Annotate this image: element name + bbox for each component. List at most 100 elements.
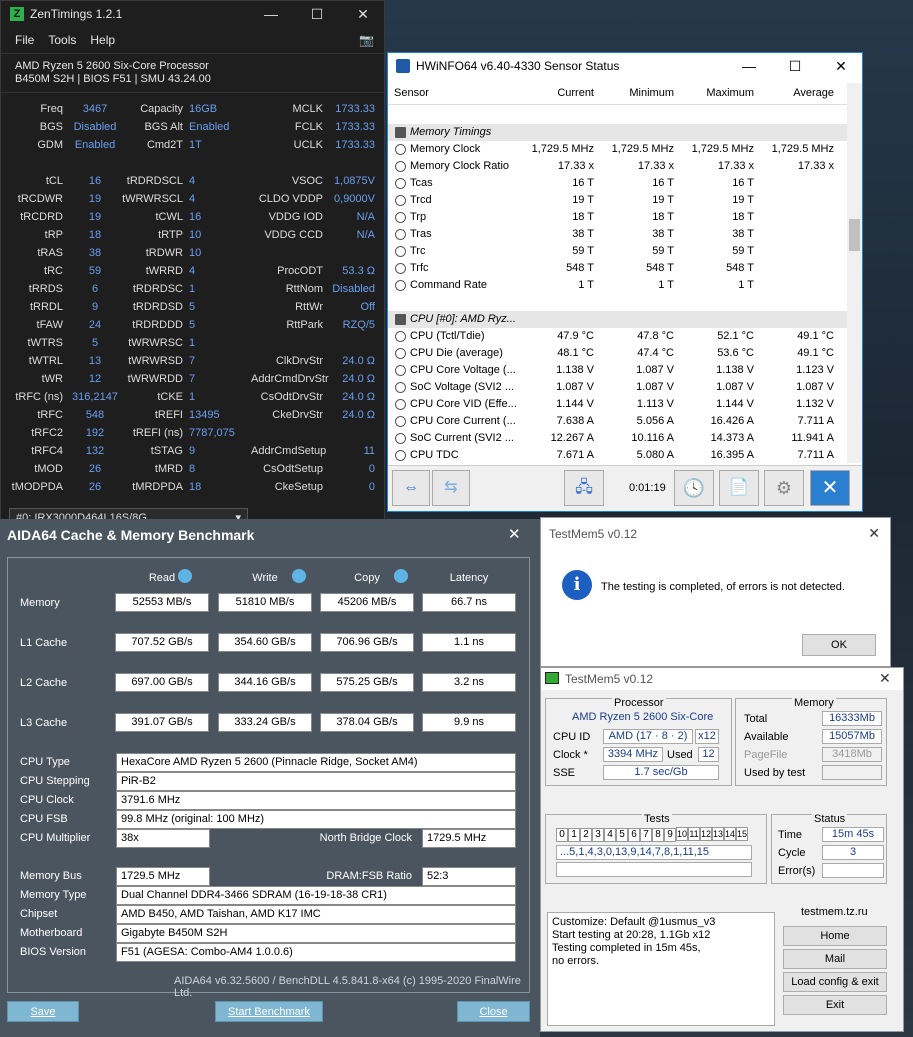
timing-label: tREFI (ns) — [132, 427, 183, 439]
timing-value: 53.3 Ω — [342, 265, 375, 277]
sensor-row[interactable]: CPU Core VID (Effe... 1.144 V 1.113 V 1.144… — [388, 396, 848, 413]
sensor-row[interactable]: Trcd 19 T 19 T 19 T — [388, 192, 848, 209]
close-icon[interactable]: ✕ — [879, 670, 891, 687]
vertical-scrollbar[interactable] — [847, 83, 862, 463]
load-config-exit-button[interactable]: Load config & exit — [783, 972, 887, 992]
info-value: HexaCore AMD Ryzen 5 2600 (Pinnacle Ridg… — [116, 753, 516, 772]
sensor-icon — [395, 263, 406, 274]
mail-button[interactable]: Mail — [783, 949, 887, 969]
gear-icon[interactable]: ⚙ — [764, 470, 804, 506]
bench-value: 51810 MB/s — [218, 593, 312, 612]
timing-value: 11 — [363, 445, 375, 457]
sensor-section[interactable]: CPU [#0]: AMD Ryz... — [388, 311, 848, 328]
timing-label: ClkDrvStr — [275, 355, 323, 367]
col-sensor[interactable]: Sensor — [394, 87, 429, 99]
chip-icon — [395, 127, 406, 138]
sensor-icon — [395, 348, 406, 359]
timing-label: GDM — [37, 139, 63, 151]
timing-value: 0 — [368, 481, 375, 493]
save-button[interactable]: Save — [7, 1001, 79, 1022]
camera-icon[interactable]: 📷 — [359, 33, 374, 47]
sensor-icon — [395, 195, 406, 206]
close-x-icon[interactable]: ✕ — [810, 470, 850, 506]
col-current[interactable]: Current — [518, 87, 594, 99]
timing-value: 19 — [88, 193, 102, 205]
cpuid-threads: x12 — [695, 729, 719, 744]
maximize-icon[interactable]: ☐ — [294, 1, 340, 27]
close-icon[interactable]: ✕ — [340, 1, 386, 27]
timing-label: tRDRDSCL — [126, 175, 183, 187]
collapse-arrows-icon[interactable]: ⇆ — [432, 470, 470, 506]
timing-label: tREFI — [154, 409, 183, 421]
sensor-row[interactable]: SoC Current (SVI2 ... 12.267 A 10.116 A 14.… — [388, 430, 848, 447]
testmem-title: TestMem5 v0.12 — [565, 672, 654, 686]
refresh-icon[interactable] — [292, 569, 306, 583]
sensor-value: 1.144 V — [556, 398, 594, 410]
info-value: F51 (AGESA: Combo-AM4 1.0.0.6) — [116, 943, 516, 962]
refresh-icon[interactable] — [394, 569, 408, 583]
timing-label: tRAS — [37, 247, 63, 259]
refresh-icon[interactable] — [178, 569, 192, 583]
sensor-row[interactable]: Command Rate 1 T 1 T 1 T — [388, 277, 848, 294]
timing-label: VSOC — [291, 175, 323, 187]
start-benchmark-button[interactable]: Start Benchmark — [215, 1001, 323, 1022]
minimize-icon[interactable]: — — [726, 53, 772, 79]
minimize-icon[interactable]: — — [248, 1, 294, 27]
pagefile-label: PageFile — [744, 749, 788, 761]
timing-value: 12 — [88, 373, 102, 385]
sensor-row[interactable]: CPU TDC 7.671 A 5.080 A 16.395 A 7.711 A — [388, 447, 848, 464]
bench-value: 697.00 GB/s — [115, 673, 209, 692]
col-minimum[interactable]: Minimum — [598, 87, 674, 99]
sensor-row[interactable]: Trp 18 T 18 T 18 T — [388, 209, 848, 226]
close-icon[interactable]: ✕ — [868, 525, 880, 542]
sensor-value: 16 T — [572, 177, 594, 189]
ok-button[interactable]: OK — [802, 634, 876, 656]
sensor-row[interactable]: Tcas 16 T 16 T 16 T — [388, 175, 848, 192]
menu-file[interactable]: File — [15, 33, 34, 47]
site-label: testmem.tz.ru — [801, 906, 868, 918]
sensor-section[interactable]: Memory Timings — [388, 124, 848, 141]
timing-label: tWRWRDD — [127, 373, 183, 385]
timing-label: tMRDPDA — [132, 481, 183, 493]
timing-value: 1T — [189, 139, 202, 151]
sensor-row[interactable]: Memory Clock Ratio 17.33 x 17.33 x 17.33 x 1… — [388, 158, 848, 175]
home-button[interactable]: Home — [783, 926, 887, 946]
sensor-row[interactable]: Tras 38 T 38 T 38 T — [388, 226, 848, 243]
info-label: Chipset — [20, 908, 58, 920]
sensor-row[interactable]: Memory Clock 1,729.5 MHz 1,729.5 MHz 1,729.… — [388, 141, 848, 158]
sensor-icon — [395, 433, 406, 444]
sensor-icon — [395, 144, 406, 155]
close-button[interactable]: Close — [457, 1001, 530, 1022]
col-maximum[interactable]: Maximum — [678, 87, 754, 99]
sensor-row[interactable]: CPU Die (average) 48.1 °C 47.4 °C 53.6 °C 49… — [388, 345, 848, 362]
test-sequence: ...5,1,4,3,0,13,9,14,7,8,1,11,15 — [556, 845, 752, 860]
scroll-thumb[interactable] — [849, 219, 860, 251]
test-cell: 3 — [592, 828, 604, 842]
aida-title: AIDA64 Cache & Memory Benchmark — [7, 527, 255, 543]
clock-icon[interactable]: 🕓 — [674, 470, 714, 506]
expand-arrows-icon[interactable]: ⇔ — [392, 470, 430, 506]
timing-label: tCL — [45, 175, 63, 187]
col-average[interactable]: Average — [758, 87, 834, 99]
maximize-icon[interactable]: ☐ — [772, 53, 818, 79]
timing-label: VDDG IOD — [268, 211, 323, 223]
test-cell: 10 — [676, 827, 688, 841]
menu-tools[interactable]: Tools — [48, 33, 76, 47]
sensor-row[interactable]: Trc 59 T 59 T 59 T — [388, 243, 848, 260]
sensor-row[interactable]: CPU Core Current (... 7.638 A 5.056 A 16.42… — [388, 413, 848, 430]
menu-bar: File Tools Help 📷 — [1, 27, 384, 53]
sensor-row[interactable]: CPU Core Voltage (... 1.138 V 1.087 V 1.138… — [388, 362, 848, 379]
sensor-row[interactable] — [388, 294, 848, 311]
sensor-row[interactable]: Trfc 548 T 548 T 548 T — [388, 260, 848, 277]
network-icon[interactable]: 🖧 — [564, 470, 604, 506]
sensor-value: 1.132 V — [796, 398, 834, 410]
close-icon[interactable]: ✕ — [818, 53, 864, 79]
report-icon[interactable]: 📄 — [719, 470, 759, 506]
timing-label: RttWr — [295, 301, 323, 313]
sensor-row[interactable]: SoC Voltage (SVI2 ... 1.087 V 1.087 V 1.087… — [388, 379, 848, 396]
close-icon[interactable]: ✕ — [508, 525, 521, 543]
exit-button[interactable]: Exit — [783, 995, 887, 1015]
sensor-row[interactable]: CPU (Tctl/Tdie) 47.9 °C 47.8 °C 52.1 °C 49.1… — [388, 328, 848, 345]
sensor-name: Trp — [410, 211, 427, 223]
menu-help[interactable]: Help — [90, 33, 115, 47]
